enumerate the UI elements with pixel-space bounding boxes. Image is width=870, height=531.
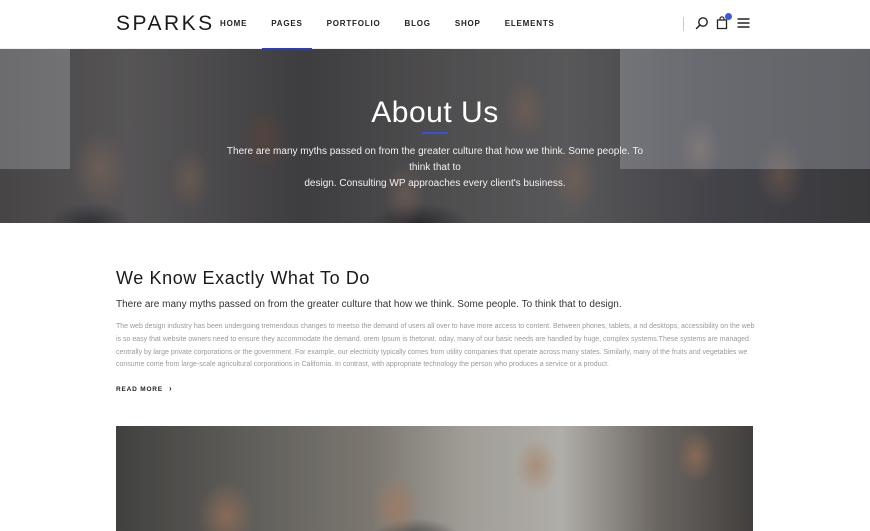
hero-description-line: design. Consulting WP approaches every c… — [304, 178, 566, 189]
read-more-link[interactable]: READ MORE › — [116, 384, 172, 393]
section-body-text: The web design industry has been undergo… — [116, 323, 755, 369]
menu-icon[interactable] — [737, 16, 753, 32]
team-photo — [116, 426, 753, 531]
site-logo[interactable]: SPARKS — [116, 12, 215, 36]
nav-pages[interactable]: PAGES — [262, 0, 313, 50]
section-subtitle: There are many myths passed on from the … — [116, 299, 622, 310]
hero-description: There are many myths passed on from the … — [220, 144, 650, 192]
nav-portfolio[interactable]: PORTFOLIO — [327, 0, 381, 49]
nav-shop[interactable]: SHOP — [455, 0, 481, 49]
header-divider — [683, 17, 684, 31]
main-nav: HOME PAGES PORTFOLIO BLOG SHOP ELEMENTS — [220, 0, 579, 50]
nav-home[interactable]: HOME — [220, 0, 247, 49]
section-title: We Know Exactly What To Do — [116, 268, 371, 288]
hero-title: About Us — [371, 96, 499, 129]
nav-elements[interactable]: ELEMENTS — [505, 0, 555, 49]
chevron-right-icon: › — [168, 384, 173, 393]
read-more-label: READ MORE — [116, 386, 163, 393]
site-header: SPARKS HOME PAGES PORTFOLIO BLOG SHOP EL… — [0, 0, 870, 50]
hero-banner: About Us There are many myths passed on … — [0, 49, 870, 223]
search-icon[interactable] — [695, 16, 711, 32]
nav-blog[interactable]: BLOG — [405, 0, 431, 49]
hero-title-underline — [422, 132, 448, 134]
hero-description-line: There are many myths passed on from the … — [226, 146, 644, 173]
cart-icon[interactable] — [716, 13, 732, 32]
cart-badge — [725, 13, 732, 20]
